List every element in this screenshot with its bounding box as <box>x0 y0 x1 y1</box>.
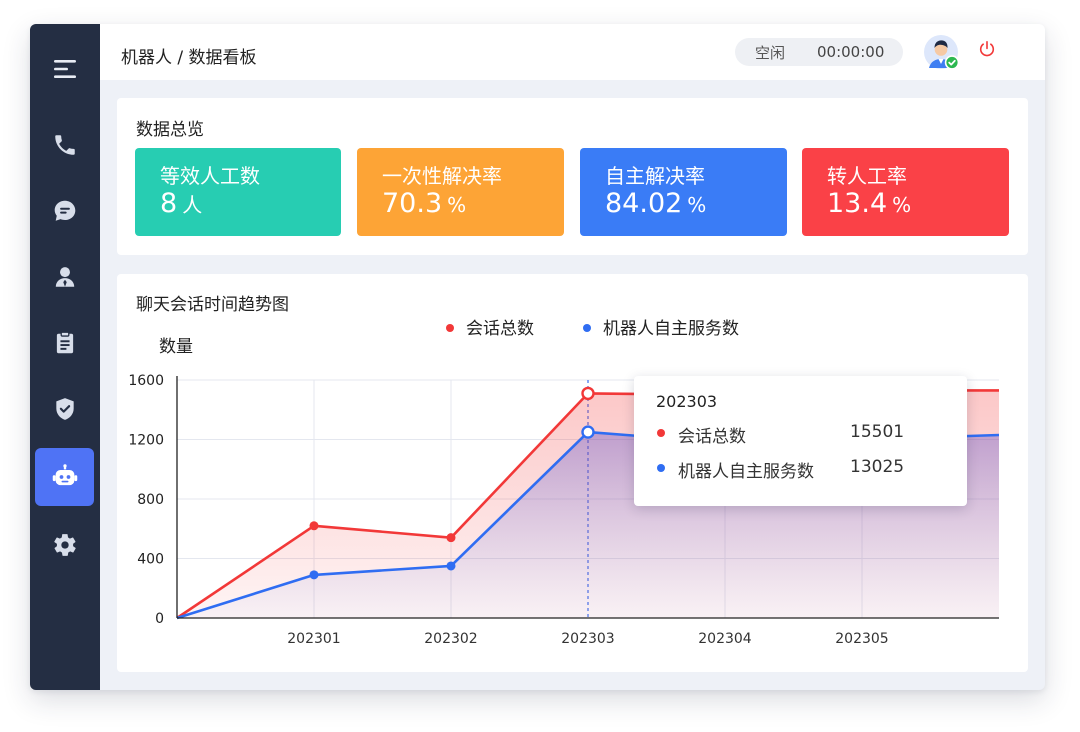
stat-card-transfer-rate[interactable]: 转人工率 13.4% <box>802 148 1009 236</box>
sidebar-item-security[interactable] <box>35 380 94 438</box>
top-bar: 机器人 / 数据看板 空闲 00:00:00 <box>100 24 1045 80</box>
stat-value: 13.4% <box>827 188 912 219</box>
user-icon <box>55 267 74 287</box>
x-tick-label: 202304 <box>698 631 752 647</box>
chart-tooltip: 202303 会话总数 15501 机器人自主服务数 13025 <box>634 376 967 506</box>
menu-toggle-button[interactable] <box>35 40 94 98</box>
stat-card-self-resolution[interactable]: 自主解决率 84.02% <box>580 148 787 236</box>
stat-value: 84.02% <box>605 188 707 219</box>
menu-icon <box>53 60 76 78</box>
app-window: 机器人 / 数据看板 空闲 00:00:00 数据总览 等效人工数 8人 一次性… <box>30 24 1045 690</box>
sidebar-item-settings[interactable] <box>35 516 94 574</box>
stat-label: 转人工率 <box>827 164 907 188</box>
y-axis-label: 数量 <box>159 337 193 357</box>
stat-value: 70.3% <box>382 188 467 219</box>
sidebar-item-phone[interactable] <box>35 116 94 174</box>
shield-icon <box>55 398 74 420</box>
status-timer: 00:00:00 <box>817 43 885 61</box>
y-tick-label: 1200 <box>128 433 164 449</box>
stat-label: 自主解决率 <box>605 164 705 188</box>
series-dot-icon <box>657 464 665 472</box>
sidebar-item-robot[interactable] <box>35 448 94 506</box>
y-tick-label: 1600 <box>128 373 164 389</box>
series-dot-icon <box>657 429 665 437</box>
y-tick-label: 800 <box>137 492 164 508</box>
data-point <box>446 561 456 571</box>
overview-title: 数据总览 <box>136 120 204 140</box>
y-tick-label: 0 <box>155 611 164 627</box>
trend-card: 聊天会话时间趋势图 0 400 800 1200 1600 202301 202302 202… <box>117 274 1028 672</box>
tooltip-row: 机器人自主服务数 13025 <box>656 457 956 482</box>
tooltip-title: 202303 <box>656 392 718 411</box>
x-tick-label: 202301 <box>287 631 340 647</box>
sidebar <box>30 24 100 690</box>
tooltip-row: 会话总数 15501 <box>656 422 956 447</box>
sidebar-item-user[interactable] <box>35 248 94 306</box>
power-icon[interactable] <box>978 40 996 58</box>
tooltip-series-name: 会话总数 <box>678 427 746 447</box>
overview-card: 数据总览 等效人工数 8人 一次性解决率 70.3% 自主解决率 84.02% … <box>117 98 1028 255</box>
legend-marker <box>583 324 591 332</box>
tooltip-series-value: 15501 <box>850 422 905 442</box>
data-point <box>309 570 319 580</box>
legend-label: 会话总数 <box>466 319 534 339</box>
x-tick-label: 202305 <box>835 631 888 647</box>
tooltip-series-value: 13025 <box>850 457 905 477</box>
stat-card-first-contact-resolution[interactable]: 一次性解决率 70.3% <box>357 148 564 236</box>
x-tick-label: 202302 <box>424 631 477 647</box>
stat-card-equivalent-agents[interactable]: 等效人工数 8人 <box>135 148 341 236</box>
legend-label: 机器人自主服务数 <box>603 319 739 339</box>
data-point <box>446 533 456 543</box>
agent-status-pill[interactable]: 空闲 00:00:00 <box>735 38 903 66</box>
clipboard-icon <box>56 331 73 354</box>
phone-icon <box>54 135 75 155</box>
chat-icon <box>54 200 75 221</box>
avatar[interactable] <box>923 34 959 70</box>
data-point <box>581 386 595 401</box>
stat-label: 等效人工数 <box>160 164 260 188</box>
y-tick-label: 400 <box>137 552 164 568</box>
sidebar-item-clipboard[interactable] <box>35 314 94 372</box>
stat-label: 一次性解决率 <box>382 164 502 188</box>
stat-value: 8人 <box>160 188 203 219</box>
tooltip-series-name: 机器人自主服务数 <box>678 462 814 482</box>
data-point <box>581 425 595 439</box>
legend-marker <box>446 324 454 332</box>
robot-icon <box>52 464 77 486</box>
status-text: 空闲 <box>755 43 786 62</box>
x-tick-label: 202303 <box>561 631 614 647</box>
sidebar-item-chat[interactable] <box>35 182 94 240</box>
data-point <box>309 521 319 531</box>
gear-icon <box>53 534 76 556</box>
breadcrumb: 机器人 / 数据看板 <box>121 48 257 68</box>
